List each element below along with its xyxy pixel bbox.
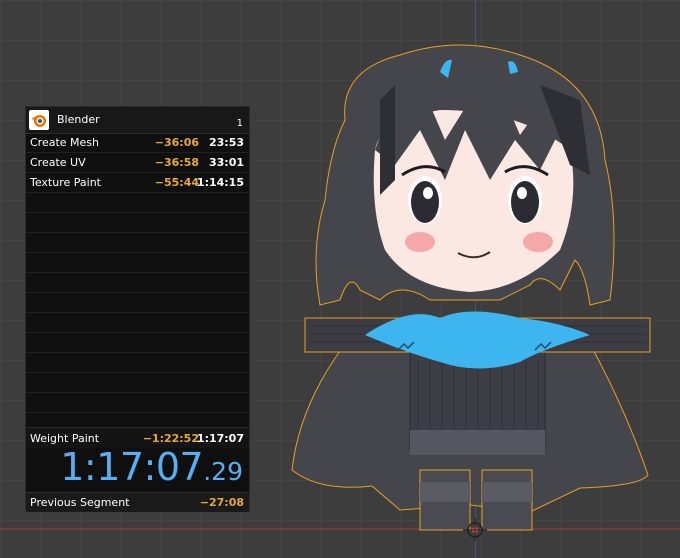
split-time: 33:01 (208, 156, 244, 169)
empty-split-row (26, 213, 249, 233)
split-name: Texture Paint (30, 176, 101, 189)
attempt-count: 1 (236, 118, 243, 129)
split-name: Create UV (30, 156, 86, 169)
previous-segment-value: −27:08 (199, 496, 244, 509)
timer-main: 1:17:07 (60, 445, 204, 489)
split-name: Create Mesh (30, 136, 100, 149)
empty-split-row (26, 253, 249, 273)
empty-split-row (26, 273, 249, 293)
split-delta: −36:06 (154, 136, 199, 149)
empty-split-row (26, 233, 249, 253)
current-split-time: 1:17:07 (196, 432, 244, 445)
current-split-delta: −1:22:52 (142, 432, 199, 445)
empty-split-row (26, 393, 249, 413)
split-row: Create UV −36:58 33:01 (26, 153, 249, 173)
split-delta: −55:44 (154, 176, 199, 189)
empty-split-row (26, 313, 249, 333)
previous-segment-label: Previous Segment (30, 496, 130, 509)
empty-split-row (26, 333, 249, 353)
right-blush (523, 232, 553, 252)
previous-segment-row: Previous Segment −27:08 (26, 492, 249, 512)
split-time: 1:14:15 (196, 176, 244, 189)
splits-timer-panel: Blender 1 Create Mesh −36:06 23:53 Creat… (25, 106, 250, 512)
empty-split-row (26, 373, 249, 393)
current-split-name: Weight Paint (30, 432, 100, 445)
empty-split-row (26, 193, 249, 213)
split-time: 23:53 (208, 136, 244, 149)
split-row: Texture Paint −55:44 1:14:15 (26, 173, 249, 193)
split-delta: −36:58 (154, 156, 199, 169)
empty-split-row (26, 353, 249, 373)
blender-logo-icon (29, 110, 49, 130)
split-row: Create Mesh −36:06 23:53 (26, 133, 249, 153)
left-blush (405, 232, 435, 252)
main-timer: 1:17:07.29 (60, 445, 243, 493)
splits-header: Blender 1 (26, 107, 249, 134)
timer-fraction: .29 (203, 457, 243, 486)
empty-split-row (26, 293, 249, 313)
splits-title: Blender (57, 113, 100, 126)
